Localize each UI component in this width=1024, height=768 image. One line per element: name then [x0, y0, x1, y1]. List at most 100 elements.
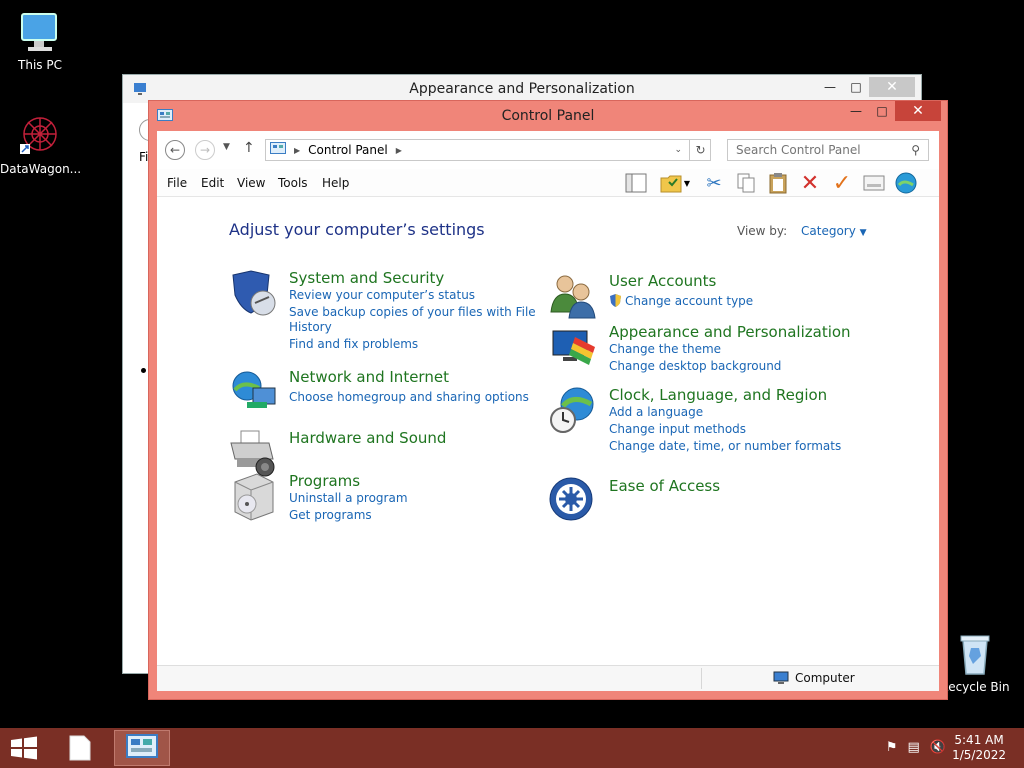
address-bar-row: ← → ▼ ↑ ▶ Control Panel ▶ ⌄ ↻ ⚲ [157, 131, 939, 169]
background-window-title: Appearance and Personalization [409, 81, 635, 97]
link-change-desktop-background[interactable]: Change desktop background [609, 359, 781, 373]
clock-time: 5:41 AM [954, 733, 1004, 747]
minimize-button[interactable]: — [817, 77, 843, 97]
control-panel-small-icon [270, 141, 286, 159]
link-change-account-type[interactable]: Change account type [609, 294, 753, 311]
volume-muted-icon[interactable]: 🔇 [930, 740, 946, 755]
address-dropdown-icon[interactable]: ⌄ [674, 145, 682, 155]
page-heading: Adjust your computer’s settings [229, 220, 485, 239]
link-add-language[interactable]: Add a language [609, 405, 703, 419]
menu-tools[interactable]: Tools [278, 176, 308, 190]
recent-locations-dropdown[interactable]: ▼ [223, 142, 230, 152]
partial-menu-text: Fi [139, 150, 149, 164]
search-input[interactable] [736, 143, 906, 157]
control-panel-window[interactable]: Control Panel — □ ✕ ← → ▼ ↑ ▶ Control Pa… [148, 100, 948, 700]
toolbar: ▼ ✂ ✕ ✓ [623, 170, 919, 196]
forward-button[interactable]: → [195, 140, 215, 160]
category-title[interactable]: Appearance and Personalization [609, 323, 851, 341]
copy-icon[interactable] [733, 170, 759, 196]
back-arrow-icon: ← [169, 143, 181, 157]
layout-icon[interactable] [623, 170, 649, 196]
window-client-area: ← → ▼ ↑ ▶ Control Panel ▶ ⌄ ↻ ⚲ File Edi… [157, 131, 939, 691]
status-location: Computer [795, 671, 855, 685]
programs-box-icon [229, 472, 279, 522]
users-icon [549, 272, 599, 322]
minimize-button[interactable]: — [843, 101, 869, 121]
clock-date: 1/5/2022 [952, 748, 1006, 762]
category-title[interactable]: Network and Internet [289, 368, 449, 386]
maximize-button[interactable]: □ [843, 77, 869, 97]
back-button[interactable]: ← [165, 140, 185, 160]
category-title[interactable]: Programs [289, 472, 360, 490]
up-arrow-icon: ↑ [243, 140, 255, 156]
maximize-button[interactable]: □ [869, 101, 895, 121]
chevron-down-icon: ▼ [683, 178, 691, 188]
link-get-programs[interactable]: Get programs [289, 508, 372, 522]
properties-icon[interactable] [861, 170, 887, 196]
view-by-dropdown[interactable]: Category ▼ [801, 224, 867, 238]
folder-options-icon[interactable]: ▼ [655, 170, 695, 196]
ease-of-access-icon [549, 477, 599, 527]
paste-icon[interactable] [765, 170, 791, 196]
view-by-control: View by: Category ▼ [737, 224, 867, 238]
link-review-status[interactable]: Review your computer’s status [289, 288, 475, 302]
category-title[interactable]: User Accounts [609, 272, 716, 290]
check-icon[interactable]: ✓ [829, 170, 855, 196]
control-panel-taskbar-icon [126, 734, 158, 758]
link-homegroup-sharing[interactable]: Choose homegroup and sharing options [289, 390, 529, 404]
taskbar-control-panel[interactable] [114, 730, 170, 766]
datawagon-logo-icon [16, 112, 64, 160]
breadcrumb-control-panel[interactable]: Control Panel [308, 143, 388, 157]
globe-icon[interactable] [893, 170, 919, 196]
category-title[interactable]: Hardware and Sound [289, 429, 446, 447]
cut-icon[interactable]: ✂ [701, 170, 727, 196]
network-globe-icon [229, 368, 279, 418]
close-button[interactable]: ✕ [895, 101, 941, 121]
breadcrumb-chevron-icon[interactable]: ▶ [396, 146, 402, 155]
desktop-icon-label: This PC [18, 58, 62, 72]
chevron-down-icon: ▼ [223, 142, 230, 152]
category-title[interactable]: System and Security [289, 269, 444, 287]
menu-file[interactable]: File [167, 176, 187, 190]
link-change-input-methods[interactable]: Change input methods [609, 422, 746, 436]
menu-edit[interactable]: Edit [201, 176, 224, 190]
link-change-theme[interactable]: Change the theme [609, 342, 721, 356]
forward-arrow-icon: → [199, 143, 211, 157]
desktop-icon-datawagon[interactable]: DataWagon... [0, 112, 82, 176]
category-title[interactable]: Ease of Access [609, 477, 720, 495]
taskbar-file-explorer[interactable] [66, 734, 94, 762]
link-find-fix-problems[interactable]: Find and fix problems [289, 337, 418, 351]
up-button[interactable]: ↑ [243, 140, 255, 156]
system-tray: ⚑ ▤ 🔇 [886, 740, 946, 755]
search-icon[interactable]: ⚲ [911, 143, 920, 157]
desktop-icon-label: DataWagon... [0, 162, 82, 176]
link-change-date-time-formats[interactable]: Change date, time, or number formats [609, 439, 841, 453]
blank-document-icon [69, 735, 91, 761]
start-button[interactable] [10, 736, 38, 763]
status-bar: Computer [157, 665, 939, 691]
background-window-titlebar[interactable]: Appearance and Personalization — □ ✕ [123, 75, 921, 103]
window-titlebar[interactable]: Control Panel — □ ✕ [149, 101, 947, 131]
chevron-down-icon: ▼ [859, 228, 867, 238]
search-box[interactable]: ⚲ [727, 139, 929, 161]
refresh-icon[interactable]: ↻ [689, 139, 711, 161]
close-button[interactable]: ✕ [869, 77, 915, 97]
appearance-monitor-icon [549, 323, 599, 373]
desktop-icon-this-pc[interactable]: This PC [0, 8, 80, 72]
status-divider [701, 668, 702, 689]
recycle-bin-icon [951, 630, 999, 678]
menu-bar: File Edit View Tools Help ▼ ✂ ✕ ✓ [157, 169, 939, 197]
clock-globe-icon [549, 386, 599, 436]
link-save-backup[interactable]: Save backup copies of your files with Fi… [289, 305, 536, 319]
clock[interactable]: 5:41 AM 1/5/2022 [952, 733, 1006, 763]
content-area: Adjust your computer’s settings View by:… [157, 197, 939, 663]
action-center-flag-icon[interactable]: ⚑ [886, 740, 898, 755]
network-icon[interactable]: ▤ [908, 740, 920, 755]
menu-help[interactable]: Help [322, 176, 349, 190]
link-save-backup-history[interactable]: History [289, 320, 332, 334]
menu-view[interactable]: View [237, 176, 265, 190]
address-field[interactable]: ▶ Control Panel ▶ ⌄ ↻ [265, 139, 711, 161]
category-title[interactable]: Clock, Language, and Region [609, 386, 827, 404]
link-uninstall-program[interactable]: Uninstall a program [289, 491, 408, 505]
delete-icon[interactable]: ✕ [797, 170, 823, 196]
